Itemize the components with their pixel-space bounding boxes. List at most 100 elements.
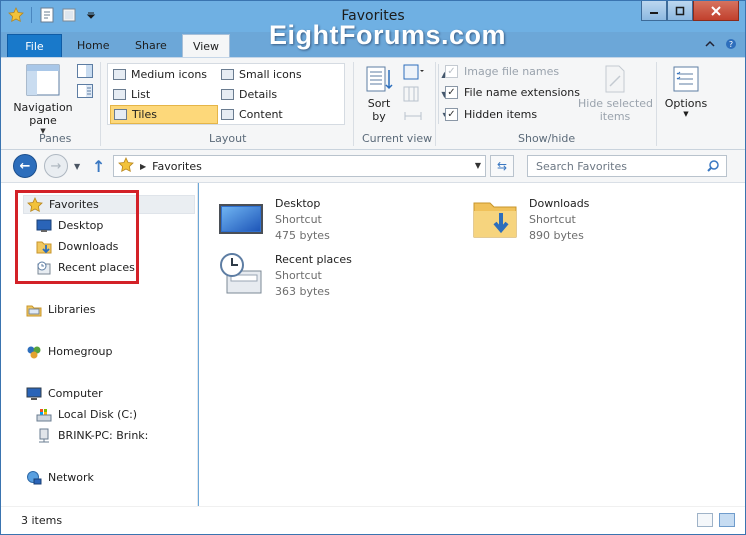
recent-locations-dropdown[interactable]: ▼	[74, 162, 80, 171]
tree-item-local-disk[interactable]: Local Disk (C:)	[36, 405, 137, 424]
back-button[interactable]: ←	[13, 154, 37, 178]
add-columns-icon	[403, 86, 419, 102]
favorites-star-icon	[27, 196, 43, 212]
file-name-extensions-checkbox[interactable]: ✓ File name extensions	[445, 86, 580, 99]
tree-item-libraries[interactable]: Libraries	[26, 300, 96, 319]
tiles-icon	[114, 109, 127, 120]
tile-type: Shortcut	[275, 213, 322, 226]
details-pane-icon[interactable]	[77, 84, 93, 98]
tree-item-network-drive[interactable]: BRINK-PC: Brink:	[36, 426, 148, 445]
close-button[interactable]	[693, 1, 739, 21]
image-file-names-checkbox: ✓ Image file names	[445, 65, 559, 78]
help-icon[interactable]: ?	[725, 38, 737, 53]
hide-selected-label: Hide selected items	[578, 97, 654, 123]
tile-size: 890 bytes	[529, 229, 584, 242]
explorer-window: Favorites File Home Share View ? EightFo…	[0, 0, 746, 535]
svg-text:?: ?	[729, 40, 733, 49]
layout-details[interactable]: Details	[218, 85, 334, 104]
panes-group-label: Panes	[39, 132, 72, 145]
tree-item-label: Downloads	[58, 240, 119, 253]
tree-item-computer[interactable]: Computer	[26, 384, 103, 403]
group-separator	[353, 62, 354, 146]
up-button[interactable]: ↑	[92, 157, 105, 176]
breadcrumb-arrow-icon[interactable]: ▶	[140, 162, 146, 171]
tile-downloads[interactable]: Downloads Shortcut 890 bytes	[471, 195, 589, 243]
tree-item-recent-places[interactable]: Recent places	[36, 258, 135, 277]
tree-item-label: Homegroup	[48, 345, 113, 358]
tree-item-label: Local Disk (C:)	[58, 408, 138, 421]
refresh-icon: ⇆	[496, 159, 508, 173]
sort-by-button[interactable]: Sort by	[361, 64, 397, 123]
preview-pane-icon[interactable]	[77, 64, 93, 78]
layout-content[interactable]: Content	[218, 105, 334, 124]
large-icons-view-icon[interactable]	[719, 513, 735, 527]
address-bar[interactable]: ▶ Favorites ▼	[113, 155, 486, 177]
layout-item-label: Small icons	[239, 68, 302, 81]
search-icon[interactable]	[706, 159, 720, 176]
details-view-icon[interactable]	[697, 513, 713, 527]
layout-small-icons[interactable]: Small icons	[218, 65, 334, 84]
tree-item-downloads[interactable]: Downloads	[36, 237, 118, 256]
navigation-pane-button[interactable]: Navigation pane ▼	[11, 64, 75, 135]
breadcrumb-current[interactable]: Favorites	[152, 160, 202, 173]
tile-text: Recent places Shortcut 363 bytes	[275, 251, 352, 299]
tree-item-desktop[interactable]: Desktop	[36, 216, 103, 235]
chevron-down-icon: ▼	[683, 110, 689, 118]
list-icon	[113, 89, 126, 100]
layout-medium-icons[interactable]: Medium icons	[110, 65, 214, 84]
group-by-icon[interactable]	[403, 64, 425, 80]
minimize-button[interactable]	[641, 1, 667, 21]
arrow-up-icon: ↑	[92, 157, 106, 176]
content-icon	[221, 109, 234, 120]
tile-recent-places[interactable]: Recent places Shortcut 363 bytes	[217, 251, 352, 299]
small-icons-icon	[221, 69, 234, 80]
favorites-star-icon	[118, 156, 134, 176]
tab-home[interactable]: Home	[67, 34, 119, 57]
maximize-button[interactable]	[667, 1, 693, 21]
group-separator	[435, 62, 436, 146]
tab-share[interactable]: Share	[125, 34, 177, 57]
checkbox-check[interactable]: ✓	[445, 86, 458, 99]
address-history-dropdown[interactable]: ▼	[475, 161, 481, 170]
tree-item-favorites[interactable]: Favorites	[23, 195, 195, 214]
computer-icon	[26, 387, 42, 400]
search-box[interactable]: Search Favorites	[527, 155, 727, 177]
network-drive-icon	[39, 428, 49, 442]
checkbox-check[interactable]: ✓	[445, 108, 458, 121]
tile-name: Downloads	[529, 197, 590, 210]
tree-item-homegroup[interactable]: Homegroup	[26, 342, 112, 361]
show-hide-group-label: Show/hide	[518, 132, 576, 145]
address-navigation-bar: ← → ▼ ↑ ▶ Favorites ▼ ⇆ Search Favorites	[1, 150, 745, 183]
options-label: Options	[664, 97, 708, 110]
navigation-pane-label: Navigation pane	[13, 101, 73, 127]
tile-size: 363 bytes	[275, 285, 330, 298]
forward-button[interactable]: →	[44, 154, 68, 178]
current-view-small-buttons	[403, 64, 425, 124]
hide-selected-icon	[605, 65, 625, 93]
minimize-ribbon-icon[interactable]	[705, 38, 715, 53]
options-button[interactable]: Options ▼	[662, 64, 710, 118]
layout-group-label: Layout	[209, 132, 247, 145]
tree-item-network[interactable]: Network	[26, 468, 94, 487]
details-icon	[221, 89, 234, 100]
network-icon	[27, 470, 42, 484]
downloads-folder-icon	[471, 195, 519, 243]
status-bar: 3 items	[1, 506, 745, 534]
tile-text: Downloads Shortcut 890 bytes	[529, 195, 589, 243]
tab-view[interactable]: View	[182, 34, 230, 57]
item-count: 3 items	[21, 514, 63, 527]
layout-list[interactable]: List	[110, 85, 214, 104]
window-controls	[641, 1, 739, 21]
size-columns-icon	[404, 112, 422, 120]
layout-tiles[interactable]: Tiles	[110, 105, 218, 124]
refresh-button[interactable]: ⇆	[490, 155, 514, 177]
recent-places-icon	[217, 251, 265, 299]
tile-name: Recent places	[275, 253, 352, 266]
tab-file[interactable]: File	[7, 34, 62, 57]
tile-size: 475 bytes	[275, 229, 330, 242]
tree-item-label: Computer	[48, 387, 103, 400]
checkbox-label: File name extensions	[464, 86, 580, 99]
checkbox-check: ✓	[445, 65, 458, 78]
tile-desktop[interactable]: Desktop Shortcut 475 bytes	[217, 195, 330, 243]
hidden-items-checkbox[interactable]: ✓ Hidden items	[445, 108, 537, 121]
